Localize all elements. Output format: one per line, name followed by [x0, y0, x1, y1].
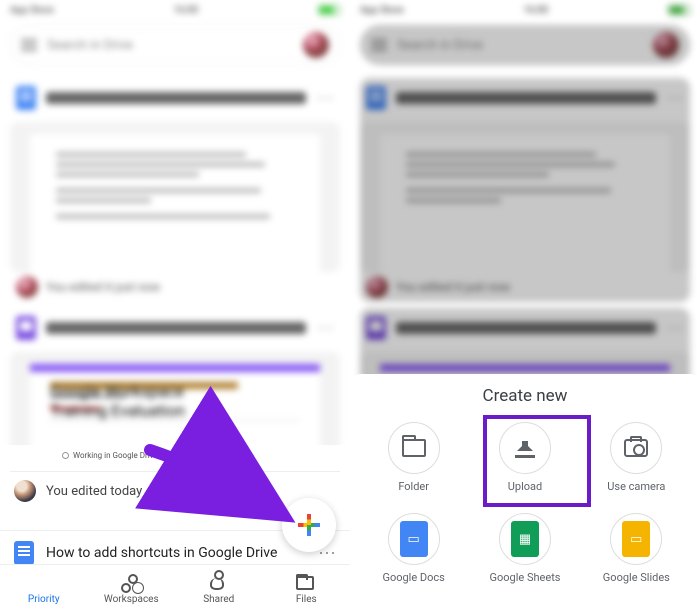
activity-text: You edited today: [46, 484, 142, 499]
option-use-camera[interactable]: Use camera: [581, 414, 692, 501]
google-doc-icon: [14, 541, 34, 565]
screenshot-left: App Store 16:00 Search in Drive How to u…: [0, 0, 350, 614]
google-docs-icon: ▭: [400, 521, 428, 557]
folder-icon: [402, 439, 426, 457]
nav-files[interactable]: Files: [263, 565, 351, 614]
menu-icon[interactable]: [21, 39, 37, 51]
folder-icon: [296, 576, 314, 590]
sheet-heading: Create new: [350, 374, 700, 410]
screenshot-right: App Store 16:00 Search in Drive ⋯ You ed…: [350, 0, 700, 614]
google-sheets-icon: ▦: [511, 521, 539, 557]
file-card-doc[interactable]: How to upload files...roid to Google Dri…: [10, 78, 340, 302]
option-google-slides[interactable]: ▭ Google Slides: [581, 505, 692, 592]
workspaces-icon: [121, 574, 141, 592]
option-upload[interactable]: Upload: [469, 414, 580, 501]
nav-shared[interactable]: Shared: [175, 565, 263, 614]
more-icon[interactable]: ⋯: [316, 88, 334, 109]
create-fab[interactable]: [282, 498, 336, 552]
file-title: G Suite Tips Training Feedback Form: [46, 322, 306, 334]
google-doc-icon: [16, 86, 36, 110]
status-bar: App Store 16:00: [0, 0, 350, 20]
search-bar[interactable]: Search in Drive: [10, 25, 340, 65]
option-google-docs[interactable]: ▭ Google Docs: [358, 505, 469, 592]
option-google-sheets[interactable]: ▦ Google Sheets: [469, 505, 580, 592]
nav-workspaces[interactable]: Workspaces: [88, 565, 176, 614]
search-placeholder: Search in Drive: [47, 38, 293, 53]
avatar[interactable]: [303, 32, 329, 58]
more-icon[interactable]: ⋯: [316, 318, 334, 339]
nav-priority[interactable]: Priority: [0, 565, 88, 614]
google-form-icon: [16, 316, 36, 340]
camera-icon: [624, 439, 648, 457]
bottom-nav: Priority Workspaces Shared Files: [0, 564, 350, 614]
preview-caption: Working in Google Drive: [62, 451, 322, 460]
avatar: [14, 480, 36, 502]
create-new-sheet: Create new Folder Upload Use camera ▭ Go…: [350, 374, 700, 614]
shared-icon: [210, 578, 224, 590]
option-folder[interactable]: Folder: [358, 414, 469, 501]
google-slides-icon: ▭: [622, 521, 650, 557]
upload-icon: [513, 438, 537, 458]
file-title: How to add shortcuts in Google Drive: [46, 545, 277, 561]
plus-icon: [298, 514, 320, 536]
file-title: How to upload files...roid to Google Dri…: [46, 92, 306, 104]
